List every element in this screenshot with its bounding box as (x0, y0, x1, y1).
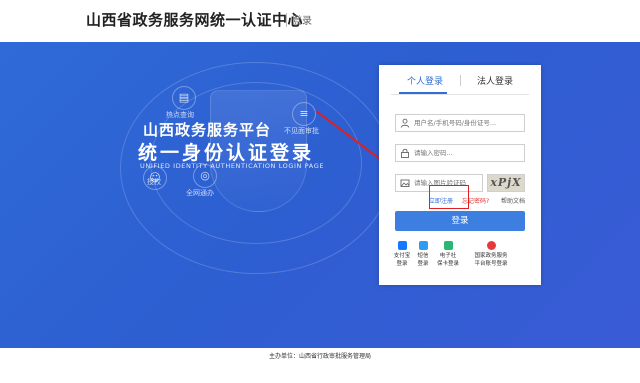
site-title: 山西省政务服务网统一认证中心 (86, 11, 304, 29)
user-icon (400, 118, 410, 128)
footer: 主办单位：山西省行政审批服务管理局 (0, 348, 640, 383)
decor-label: 不见面审批 (284, 127, 319, 135)
username-field (395, 114, 525, 132)
help-doc-link[interactable]: 帮助文档 (501, 196, 525, 205)
tab-baseline (391, 94, 529, 95)
list-icon: ≡ (292, 102, 316, 126)
card-icon (443, 241, 453, 250)
alt-login-label: 保卡登录 (436, 261, 459, 267)
document-icon: ▤ (172, 86, 196, 110)
social-card-login[interactable]: 电子社 保卡登录 (428, 241, 468, 268)
alt-login-label: 平台账号登录 (474, 261, 508, 267)
national-platform-login[interactable]: 国家政务服务 平台账号登录 (466, 241, 516, 268)
login-card: 个人登录 法人登录 xPjX 立即注册 忘记密码? 帮助文档 登录 支付宝 (379, 65, 541, 285)
header-subtitle: 登录 (292, 16, 312, 27)
login-button[interactable]: 登录 (395, 211, 525, 231)
emblem-icon (486, 241, 496, 250)
decor-label: 全网通办 (186, 189, 214, 197)
image-icon (400, 179, 410, 187)
tab-personal-login[interactable]: 个人登录 (407, 74, 443, 87)
header-divider (286, 13, 287, 27)
password-input[interactable] (414, 146, 522, 160)
lock-icon (401, 148, 409, 158)
alt-login-label: 国家政务服务 (474, 253, 508, 259)
slogan-title: 山西政务服务平台 (143, 121, 272, 139)
message-icon (418, 241, 428, 250)
footer-sponsor-text: 主办单位：山西省行政审批服务管理局 (268, 353, 371, 360)
hero-banner: ▤ 热点查询 ≡ 不见面审批 ◎ 全网通办 ☺ 授权 山西政务服务平台 统一身份… (0, 42, 640, 348)
username-input[interactable] (414, 116, 522, 130)
slogan-english: UNIFIED IDENTITY AUTHENTICATION LOGIN PA… (140, 162, 325, 170)
alt-login-label: 电子社 (439, 253, 457, 259)
password-field (395, 144, 525, 162)
highlight-box (429, 185, 469, 209)
tab-corporate-login[interactable]: 法人登录 (477, 74, 513, 87)
decor-label: 授权 (147, 178, 161, 186)
tab-divider (460, 75, 461, 86)
captcha-image[interactable]: xPjX (487, 174, 525, 192)
header: 山西省政务服务网统一认证中心 登录 (0, 0, 640, 42)
slogan-main: 统一身份认证登录 (138, 142, 315, 164)
login-tabs: 个人登录 法人登录 (379, 65, 541, 95)
